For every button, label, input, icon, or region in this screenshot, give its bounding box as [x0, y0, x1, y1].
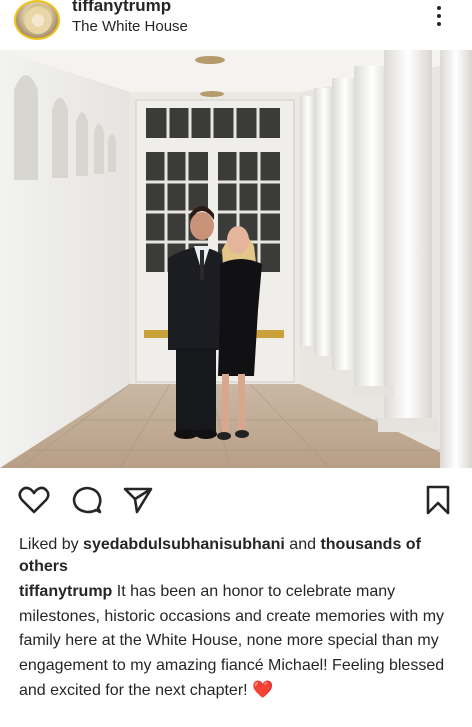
post-location[interactable]: The White House: [72, 18, 188, 35]
caption-author[interactable]: tiffanytrump: [19, 583, 112, 600]
liked-by-user[interactable]: syedabdulsubhanisubhani: [83, 536, 285, 553]
bookmark-icon[interactable]: [422, 484, 454, 516]
profile-avatar[interactable]: [14, 0, 60, 40]
post-caption: tiffanytrump It has been an honor to cel…: [19, 580, 459, 704]
post-photo[interactable]: [0, 50, 472, 468]
heart-icon[interactable]: [18, 484, 50, 516]
send-icon[interactable]: [122, 484, 154, 516]
likes-prefix: Liked by: [19, 536, 84, 553]
red-heart-emoji: ❤️: [252, 680, 274, 699]
comment-icon[interactable]: [71, 484, 103, 516]
likes-conj: and: [284, 536, 321, 553]
post-username[interactable]: tiffanytrump: [72, 0, 171, 16]
post-actions-bar: [0, 476, 472, 526]
post-header: tiffanytrump The White House: [0, 0, 472, 48]
avatar-image: [24, 4, 52, 34]
colonnade-photo-graphic: [0, 50, 472, 468]
likes-summary[interactable]: Liked by syedabdulsubhanisubhani and tho…: [19, 534, 459, 578]
caption-text: It has been an honor to celebrate many m…: [19, 583, 445, 699]
more-options-icon[interactable]: [432, 6, 446, 30]
